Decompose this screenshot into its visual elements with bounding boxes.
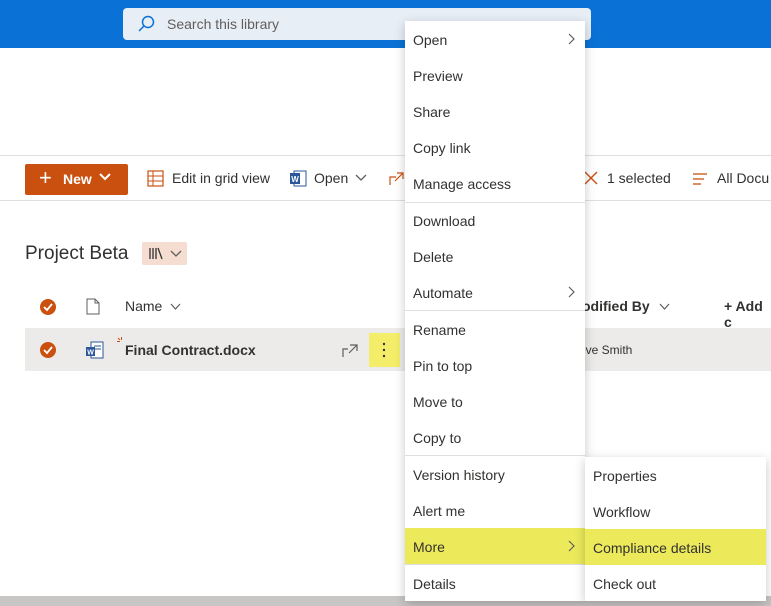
menu-item-version-history[interactable]: Version history (405, 456, 585, 492)
search-icon (138, 15, 155, 32)
chevron-right-icon (568, 286, 575, 298)
menu-item-alert-me[interactable]: Alert me (405, 492, 585, 528)
submenu-item-check-out[interactable]: Check out (585, 565, 766, 601)
word-icon: W (290, 170, 307, 187)
page-title: Project Beta (25, 243, 129, 264)
share-icon[interactable] (342, 342, 358, 358)
menu-item-pin-to-top[interactable]: Pin to top (405, 347, 585, 383)
chevron-down-icon[interactable] (659, 303, 670, 311)
submenu-item-properties[interactable]: Properties (585, 457, 766, 493)
menu-item-automate[interactable]: Automate (405, 274, 585, 310)
chevron-down-icon[interactable] (170, 303, 181, 311)
file-name-link[interactable]: Final Contract.docx (125, 342, 256, 358)
menu-item-more[interactable]: More (405, 528, 585, 564)
more-vertical-icon (382, 342, 386, 358)
menu-item-open[interactable]: Open (405, 21, 585, 57)
selected-count: 1 selected (607, 170, 671, 186)
menu-item-details[interactable]: Details (405, 565, 585, 601)
search-input[interactable]: Search this library (167, 16, 279, 32)
file-type-icon (86, 298, 100, 315)
menu-item-delete[interactable]: Delete (405, 238, 585, 274)
menu-item-copy-to[interactable]: Copy to (405, 419, 585, 455)
menu-item-preview[interactable]: Preview (405, 57, 585, 93)
svg-text:W: W (87, 350, 94, 357)
menu-item-rename[interactable]: Rename (405, 311, 585, 347)
svg-text:W: W (291, 175, 299, 184)
grid-icon (147, 170, 164, 187)
new-button[interactable]: + New (25, 164, 128, 195)
add-column-button[interactable]: + Add c (724, 298, 771, 330)
chevron-right-icon (568, 540, 575, 552)
list-view-icon (693, 173, 707, 185)
modified-by-cell: eve Smith (579, 343, 633, 357)
new-button-label: New (63, 171, 92, 187)
submenu-item-compliance-details[interactable]: Compliance details (585, 529, 766, 565)
share-icon[interactable] (388, 170, 405, 187)
suite-header: Search this library (0, 0, 771, 48)
library-icon (149, 247, 163, 260)
view-switcher[interactable]: All Docu (717, 170, 769, 186)
chevron-down-icon[interactable] (355, 173, 367, 183)
close-icon[interactable] (583, 170, 599, 186)
chevron-right-icon (568, 33, 575, 45)
word-document-icon: W (86, 341, 104, 359)
more-submenu: Properties Workflow Compliance details C… (585, 457, 766, 601)
menu-item-share[interactable]: Share (405, 93, 585, 129)
plus-icon: + (39, 165, 52, 190)
checkmark-icon (43, 346, 53, 355)
select-all-checkbox[interactable] (40, 299, 56, 315)
chevron-down-icon (99, 173, 111, 181)
menu-item-manage-access[interactable]: Manage access (405, 165, 585, 201)
library-views-button[interactable] (142, 242, 187, 265)
chevron-down-icon (170, 250, 182, 257)
submenu-item-workflow[interactable]: Workflow (585, 493, 766, 529)
row-checkbox[interactable] (40, 342, 56, 358)
edit-grid-view-button[interactable]: Edit in grid view (172, 170, 270, 186)
column-header-modified-by[interactable]: odified By (582, 298, 650, 314)
column-header-name[interactable]: Name (125, 298, 162, 314)
checkmark-icon (43, 303, 53, 312)
menu-item-download[interactable]: Download (405, 202, 585, 238)
context-menu: Open Preview Share Copy link Manage acce… (405, 21, 585, 601)
more-actions-button[interactable] (369, 333, 400, 367)
menu-item-copy-link[interactable]: Copy link (405, 129, 585, 165)
open-button[interactable]: Open (314, 170, 348, 186)
command-bar: + New Edit in grid view W Open 1 selecte… (0, 155, 771, 201)
menu-item-move-to[interactable]: Move to (405, 383, 585, 419)
